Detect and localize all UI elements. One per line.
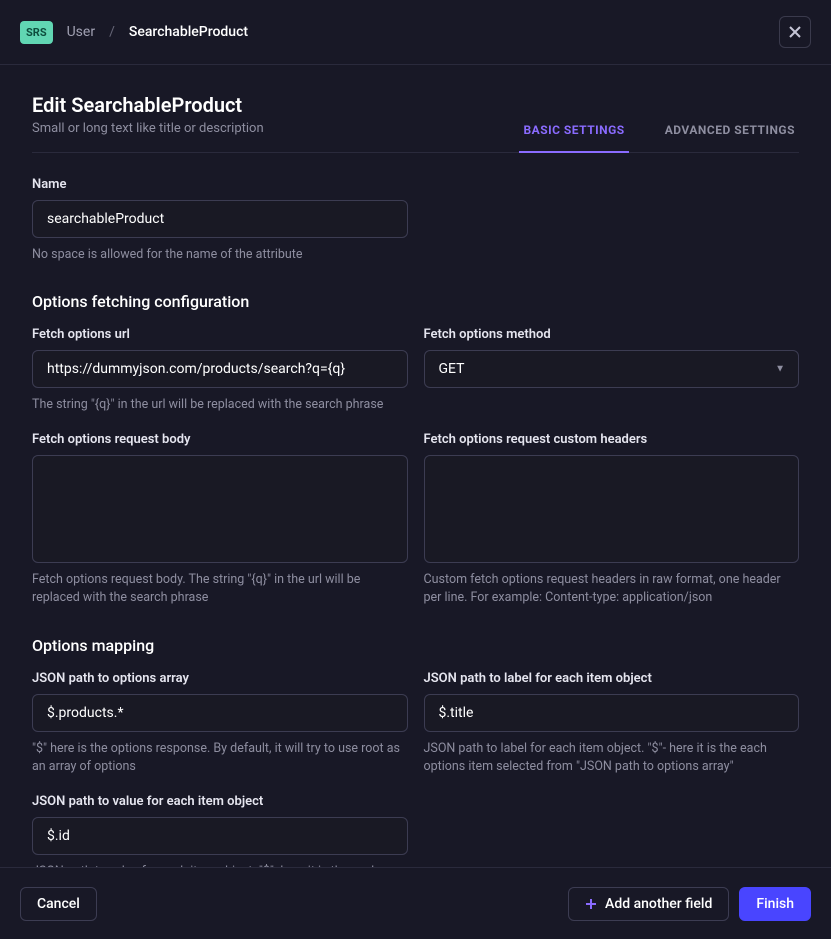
breadcrumb: SRS User / SearchableProduct	[20, 21, 248, 44]
content: Edit SearchableProduct Small or long tex…	[0, 65, 831, 867]
path-value-input[interactable]	[32, 817, 408, 855]
section-mapping: Options mapping	[32, 636, 799, 655]
tabs: BASIC SETTINGS ADVANCED SETTINGS	[519, 109, 799, 152]
path-label-input[interactable]	[424, 694, 800, 732]
path-array-label: JSON path to options array	[32, 671, 408, 686]
fetch-body-textarea[interactable]	[32, 455, 408, 563]
add-another-field-label: Add another field	[605, 896, 712, 912]
page-title: Edit SearchableProduct	[32, 93, 264, 117]
cancel-button[interactable]: Cancel	[20, 887, 97, 921]
tab-advanced-settings[interactable]: ADVANCED SETTINGS	[661, 109, 799, 153]
add-another-field-button[interactable]: Add another field	[568, 887, 729, 921]
finish-button[interactable]: Finish	[739, 887, 811, 921]
fetch-method-select[interactable]: GET	[424, 350, 800, 388]
footer: Cancel Add another field Finish	[0, 867, 831, 939]
name-help: No space is allowed for the name of the …	[32, 246, 408, 264]
fetch-url-help: The string "{q}" in the url will be repl…	[32, 396, 408, 414]
top-bar: SRS User / SearchableProduct	[0, 0, 831, 65]
breadcrumb-separator: /	[109, 24, 115, 40]
header-row: Edit SearchableProduct Small or long tex…	[32, 93, 799, 153]
fetch-method-label: Fetch options method	[424, 327, 800, 342]
path-array-input[interactable]	[32, 694, 408, 732]
fetch-url-label: Fetch options url	[32, 327, 408, 342]
fetch-body-label: Fetch options request body	[32, 432, 408, 447]
fetch-url-input[interactable]	[32, 350, 408, 388]
section-fetching: Options fetching configuration	[32, 292, 799, 311]
path-label-label: JSON path to label for each item object	[424, 671, 800, 686]
fetch-headers-label: Fetch options request custom headers	[424, 432, 800, 447]
name-label: Name	[32, 177, 408, 192]
fetch-body-help: Fetch options request body. The string "…	[32, 571, 408, 607]
name-input[interactable]	[32, 200, 408, 238]
breadcrumb-user[interactable]: User	[67, 24, 95, 40]
plus-icon	[585, 898, 597, 910]
close-icon	[788, 25, 802, 39]
tab-basic-settings[interactable]: BASIC SETTINGS	[519, 109, 628, 153]
fetch-headers-help: Custom fetch options request headers in …	[424, 571, 800, 607]
page-subtitle: Small or long text like title or descrip…	[32, 121, 264, 136]
logo-badge: SRS	[20, 21, 53, 44]
fetch-headers-textarea[interactable]	[424, 455, 800, 563]
path-label-help: JSON path to label for each item object.…	[424, 740, 800, 776]
breadcrumb-current: SearchableProduct	[129, 24, 248, 40]
path-value-label: JSON path to value for each item object	[32, 794, 408, 809]
path-array-help: "$" here is the options response. By def…	[32, 740, 408, 776]
form: Name No space is allowed for the name of…	[32, 153, 799, 867]
close-button[interactable]	[779, 16, 811, 48]
